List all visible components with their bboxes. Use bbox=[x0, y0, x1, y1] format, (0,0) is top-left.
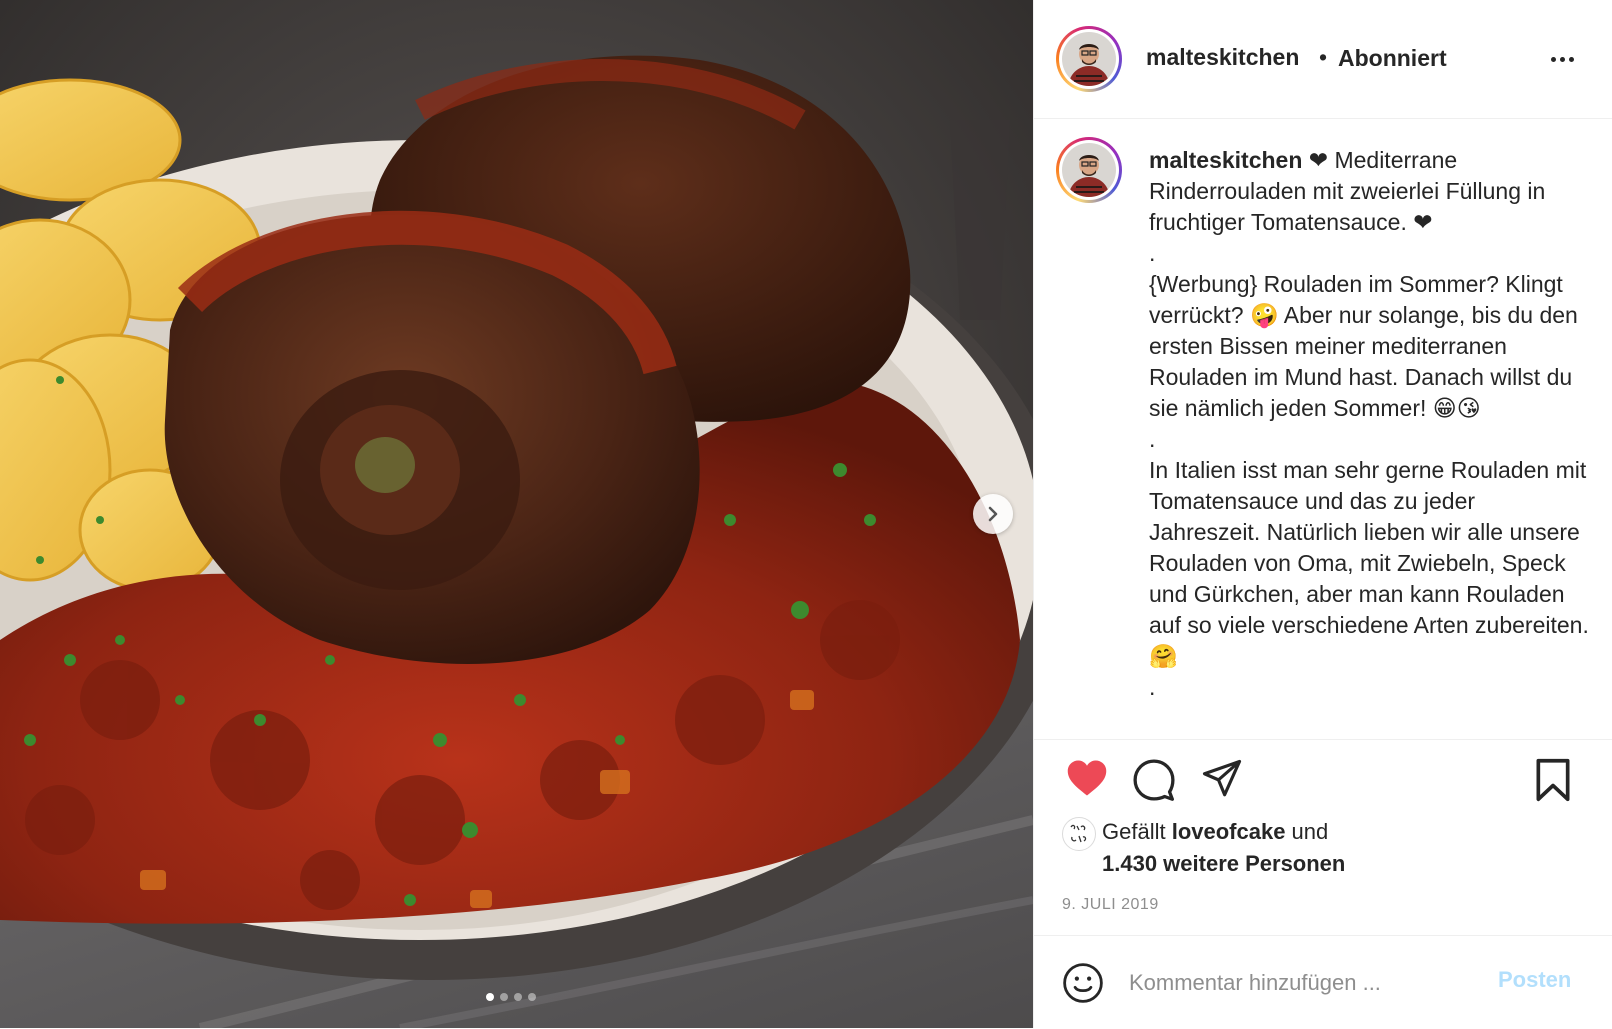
action-bar bbox=[1034, 740, 1612, 803]
profile-picture bbox=[1062, 32, 1116, 86]
food-photo bbox=[0, 0, 1033, 1028]
carousel-dot bbox=[528, 993, 536, 1001]
like-button[interactable] bbox=[1066, 758, 1108, 803]
header-separator: • bbox=[1319, 44, 1328, 70]
likes-summary: Gefällt loveofcake und 1.430 weitere Per… bbox=[1062, 813, 1582, 883]
save-button[interactable] bbox=[1534, 758, 1572, 807]
paper-plane-icon bbox=[1202, 759, 1242, 797]
comment-bar: Posten bbox=[1034, 935, 1612, 1029]
caption-paragraph: malteskitchen ❤ Mediterrane Rinderroulad… bbox=[1149, 147, 1546, 235]
instagram-post: malteskitchen • Abonniert malteskitchen … bbox=[0, 0, 1612, 1028]
chevron-right-icon bbox=[988, 506, 998, 522]
caption-paragraph: . bbox=[1149, 426, 1156, 452]
post-media[interactable] bbox=[0, 0, 1033, 1028]
likes-count[interactable]: 1.430 weitere Personen bbox=[1102, 851, 1345, 877]
comment-icon bbox=[1133, 759, 1175, 801]
emoji-button[interactable] bbox=[1062, 962, 1104, 1009]
caption-paragraph: . bbox=[1149, 240, 1156, 266]
carousel-dot bbox=[486, 993, 494, 1001]
header-username[interactable]: malteskitchen bbox=[1146, 44, 1299, 71]
liked-by-text: Gefällt loveofcake und bbox=[1102, 819, 1329, 844]
profile-picture bbox=[1062, 143, 1116, 197]
carousel-indicator bbox=[486, 993, 536, 1001]
heart-filled-icon bbox=[1067, 760, 1107, 796]
caption-text: malteskitchen ❤ Mediterrane Rinderroulad… bbox=[1149, 145, 1589, 703]
more-horizontal-icon bbox=[1550, 56, 1556, 62]
loveofcake-logo-icon bbox=[1070, 824, 1087, 843]
caption-paragraph: In Italien isst man sehr gerne Rouladen … bbox=[1149, 457, 1589, 669]
carousel-dot bbox=[500, 993, 508, 1001]
caption-avatar[interactable] bbox=[1056, 137, 1122, 203]
post-comment-button[interactable]: Posten bbox=[1498, 967, 1571, 993]
caption-area: malteskitchen ❤ Mediterrane Rinderroulad… bbox=[1034, 119, 1612, 740]
post-header: malteskitchen • Abonniert bbox=[1034, 0, 1612, 119]
caption-username[interactable]: malteskitchen bbox=[1149, 147, 1302, 173]
carousel-dot bbox=[514, 993, 522, 1001]
liker-avatar[interactable] bbox=[1062, 817, 1096, 851]
more-options-button[interactable] bbox=[1544, 44, 1580, 74]
avatar[interactable] bbox=[1056, 26, 1122, 92]
share-button[interactable] bbox=[1200, 758, 1244, 805]
caption-paragraph: . bbox=[1149, 674, 1156, 700]
bookmark-icon bbox=[1536, 758, 1570, 802]
caption-paragraph: {Werbung} Rouladen im Sommer? Klingt ver… bbox=[1149, 271, 1578, 421]
carousel-next-button[interactable] bbox=[973, 494, 1013, 534]
comment-input[interactable] bbox=[1127, 962, 1471, 1004]
follow-status[interactable]: Abonniert bbox=[1338, 45, 1447, 72]
post-date[interactable]: 9. JULI 2019 bbox=[1062, 896, 1159, 914]
liked-by-username[interactable]: loveofcake bbox=[1172, 819, 1286, 844]
comment-button[interactable] bbox=[1132, 758, 1176, 807]
smiley-icon bbox=[1063, 963, 1103, 1003]
post-sidebar: malteskitchen • Abonniert malteskitchen … bbox=[1033, 0, 1612, 1028]
